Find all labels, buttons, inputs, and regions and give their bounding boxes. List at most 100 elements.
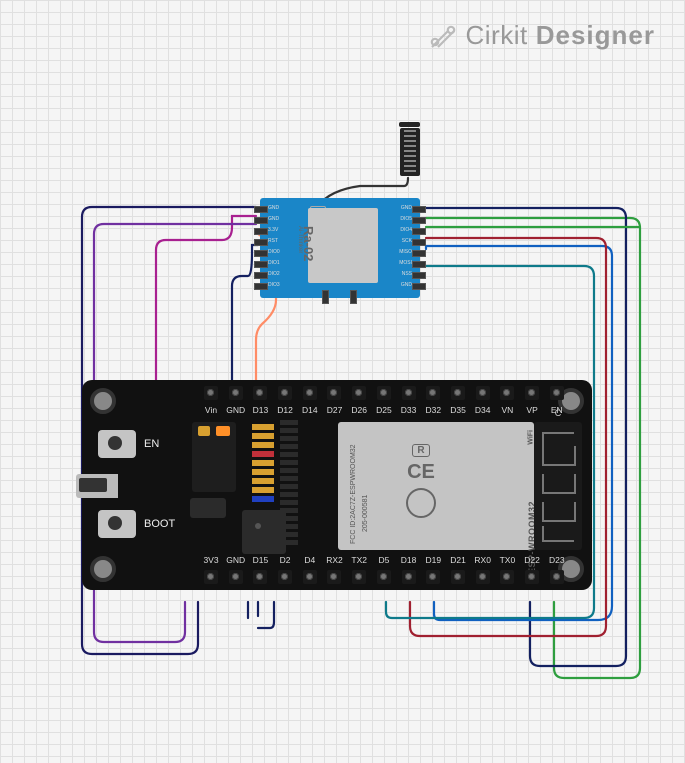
esp-pin-d19[interactable] xyxy=(426,570,440,584)
brand-logo: Cirkit Designer xyxy=(428,20,655,51)
esp-wroom-shield: FCC ID:2AC7Z-ESPWROOM32 205-000581 WiFi … xyxy=(338,422,534,550)
esp-pin-en[interactable] xyxy=(550,386,564,400)
esp-pin-d25[interactable] xyxy=(377,386,391,400)
esp-pin-label: D21 xyxy=(447,555,469,565)
esp-pin-label: D19 xyxy=(422,555,444,565)
esp-pin-label: D27 xyxy=(324,405,346,415)
esp-pin-d14[interactable] xyxy=(303,386,317,400)
cirkit-icon xyxy=(428,21,458,51)
esp-pin-label: D35 xyxy=(447,405,469,415)
bottom-header[interactable] xyxy=(204,570,564,584)
lora-pin-label: GND xyxy=(268,205,279,211)
lora-pin-dio4[interactable] xyxy=(412,228,426,235)
lora-pin-dio0[interactable] xyxy=(254,250,268,257)
lora-pin-label: GND xyxy=(268,216,279,222)
esp-pin-vn[interactable] xyxy=(500,386,514,400)
esp-pin-label: D15 xyxy=(249,555,271,565)
lora-pin-dio2[interactable] xyxy=(254,272,268,279)
top-header[interactable] xyxy=(204,386,564,400)
mount-hole xyxy=(90,388,116,414)
lora-pin-gnd[interactable] xyxy=(350,290,357,304)
cert-marks: R CE xyxy=(406,444,436,518)
lora-pin-label: DIO4 xyxy=(400,227,412,233)
lora-pin-nss[interactable] xyxy=(412,272,426,279)
esp-pin-vin[interactable] xyxy=(204,386,218,400)
jumper-column xyxy=(280,420,298,545)
boot-label: BOOT xyxy=(144,518,175,530)
esp-pin-d23[interactable] xyxy=(550,570,564,584)
lora-pin-gnd[interactable] xyxy=(254,217,268,224)
esp-pin-label: EN xyxy=(546,405,568,415)
mount-hole xyxy=(90,556,116,582)
lora-pin-label: DIO5 xyxy=(400,216,412,222)
esp-pin-d22[interactable] xyxy=(525,570,539,584)
esp-pin-d18[interactable] xyxy=(402,570,416,584)
espressif-logo-icon xyxy=(406,488,436,518)
esp-pin-label: TX0 xyxy=(496,555,518,565)
esp-pin-d5[interactable] xyxy=(377,570,391,584)
boot-button[interactable] xyxy=(98,510,136,538)
lora-pin-dio1[interactable] xyxy=(254,261,268,268)
esp-pin-d35[interactable] xyxy=(451,386,465,400)
r-mark: R xyxy=(412,444,429,457)
model-no: 205-000581 xyxy=(362,495,369,532)
esp-pin-label: D12 xyxy=(274,405,296,415)
lora-pin-dio3[interactable] xyxy=(254,283,268,290)
esp-pin-label: D34 xyxy=(472,405,494,415)
esp-pin-rx2[interactable] xyxy=(327,570,341,584)
esp-pin-gnd[interactable] xyxy=(229,570,243,584)
esp-pin-d15[interactable] xyxy=(253,570,267,584)
esp-pin-label: D22 xyxy=(521,555,543,565)
lora-pin-sck[interactable] xyxy=(412,239,426,246)
esp-pin-label: VP xyxy=(521,405,543,415)
esp-pin-d13[interactable] xyxy=(253,386,267,400)
lora-pin-gnd[interactable] xyxy=(322,290,329,304)
esp-pin-label: RX0 xyxy=(472,555,494,565)
esp-pin-d34[interactable] xyxy=(476,386,490,400)
lora-pin-label: 3.3V xyxy=(268,227,278,233)
smd-column xyxy=(252,424,274,502)
esp-pin-label: D2 xyxy=(274,555,296,565)
en-button[interactable] xyxy=(98,430,136,458)
lora-pin-dio5[interactable] xyxy=(412,217,426,224)
lora-pin-label: DIO2 xyxy=(268,271,280,277)
esp-pin-label: 3V3 xyxy=(200,555,222,565)
esp-pin-d21[interactable] xyxy=(451,570,465,584)
rf-shield xyxy=(308,208,378,283)
esp-pin-tx2[interactable] xyxy=(352,570,366,584)
lora-pin-miso[interactable] xyxy=(412,250,426,257)
lora-pin-gnd[interactable] xyxy=(412,283,426,290)
esp-pin-d33[interactable] xyxy=(402,386,416,400)
esp-pin-d12[interactable] xyxy=(278,386,292,400)
esp-pin-label: RX2 xyxy=(324,555,346,565)
circuit-canvas[interactable]: Cirkit Designer xyxy=(0,0,685,763)
lora-pin-rst[interactable] xyxy=(254,239,268,246)
micro-usb-port[interactable] xyxy=(76,474,118,498)
lora-pin-label: MISO xyxy=(399,249,412,255)
esp-pin-rx0[interactable] xyxy=(476,570,490,584)
lora-pin-label: NSS xyxy=(402,271,412,277)
esp-pin-d27[interactable] xyxy=(327,386,341,400)
lora-module-label: Ra-02 Ai-Thinker xyxy=(297,226,316,261)
esp-pin-d4[interactable] xyxy=(303,570,317,584)
esp-pin-gnd[interactable] xyxy=(229,386,243,400)
esp-pin-d26[interactable] xyxy=(352,386,366,400)
lora-pin-label: GND xyxy=(401,282,412,288)
lora-pin-label: SCK xyxy=(402,238,412,244)
lora-pin-gnd[interactable] xyxy=(254,206,268,213)
esp-pin-d32[interactable] xyxy=(426,386,440,400)
lora-pin-gnd[interactable] xyxy=(412,206,426,213)
voltage-regulator xyxy=(190,498,226,518)
esp-pin-label: D14 xyxy=(299,405,321,415)
esp-pin-3v3[interactable] xyxy=(204,570,218,584)
esp-pin-label: D32 xyxy=(422,405,444,415)
esp-pin-tx0[interactable] xyxy=(500,570,514,584)
esp-pin-vp[interactable] xyxy=(525,386,539,400)
brand-name-1: Cirkit xyxy=(466,20,528,51)
lora-module-ra02[interactable]: Ra-02 Ai-Thinker GNDGND3.3VRSTDIO0DIO1DI… xyxy=(260,198,420,298)
lora-pin-mosi[interactable] xyxy=(412,261,426,268)
esp-pin-label: D18 xyxy=(398,555,420,565)
esp32-devkit[interactable]: EN BOOT FCC ID:2AC7Z-ESPWROOM32 205-0005… xyxy=(82,380,592,590)
lora-pin-3.3v[interactable] xyxy=(254,228,268,235)
esp-pin-d2[interactable] xyxy=(278,570,292,584)
